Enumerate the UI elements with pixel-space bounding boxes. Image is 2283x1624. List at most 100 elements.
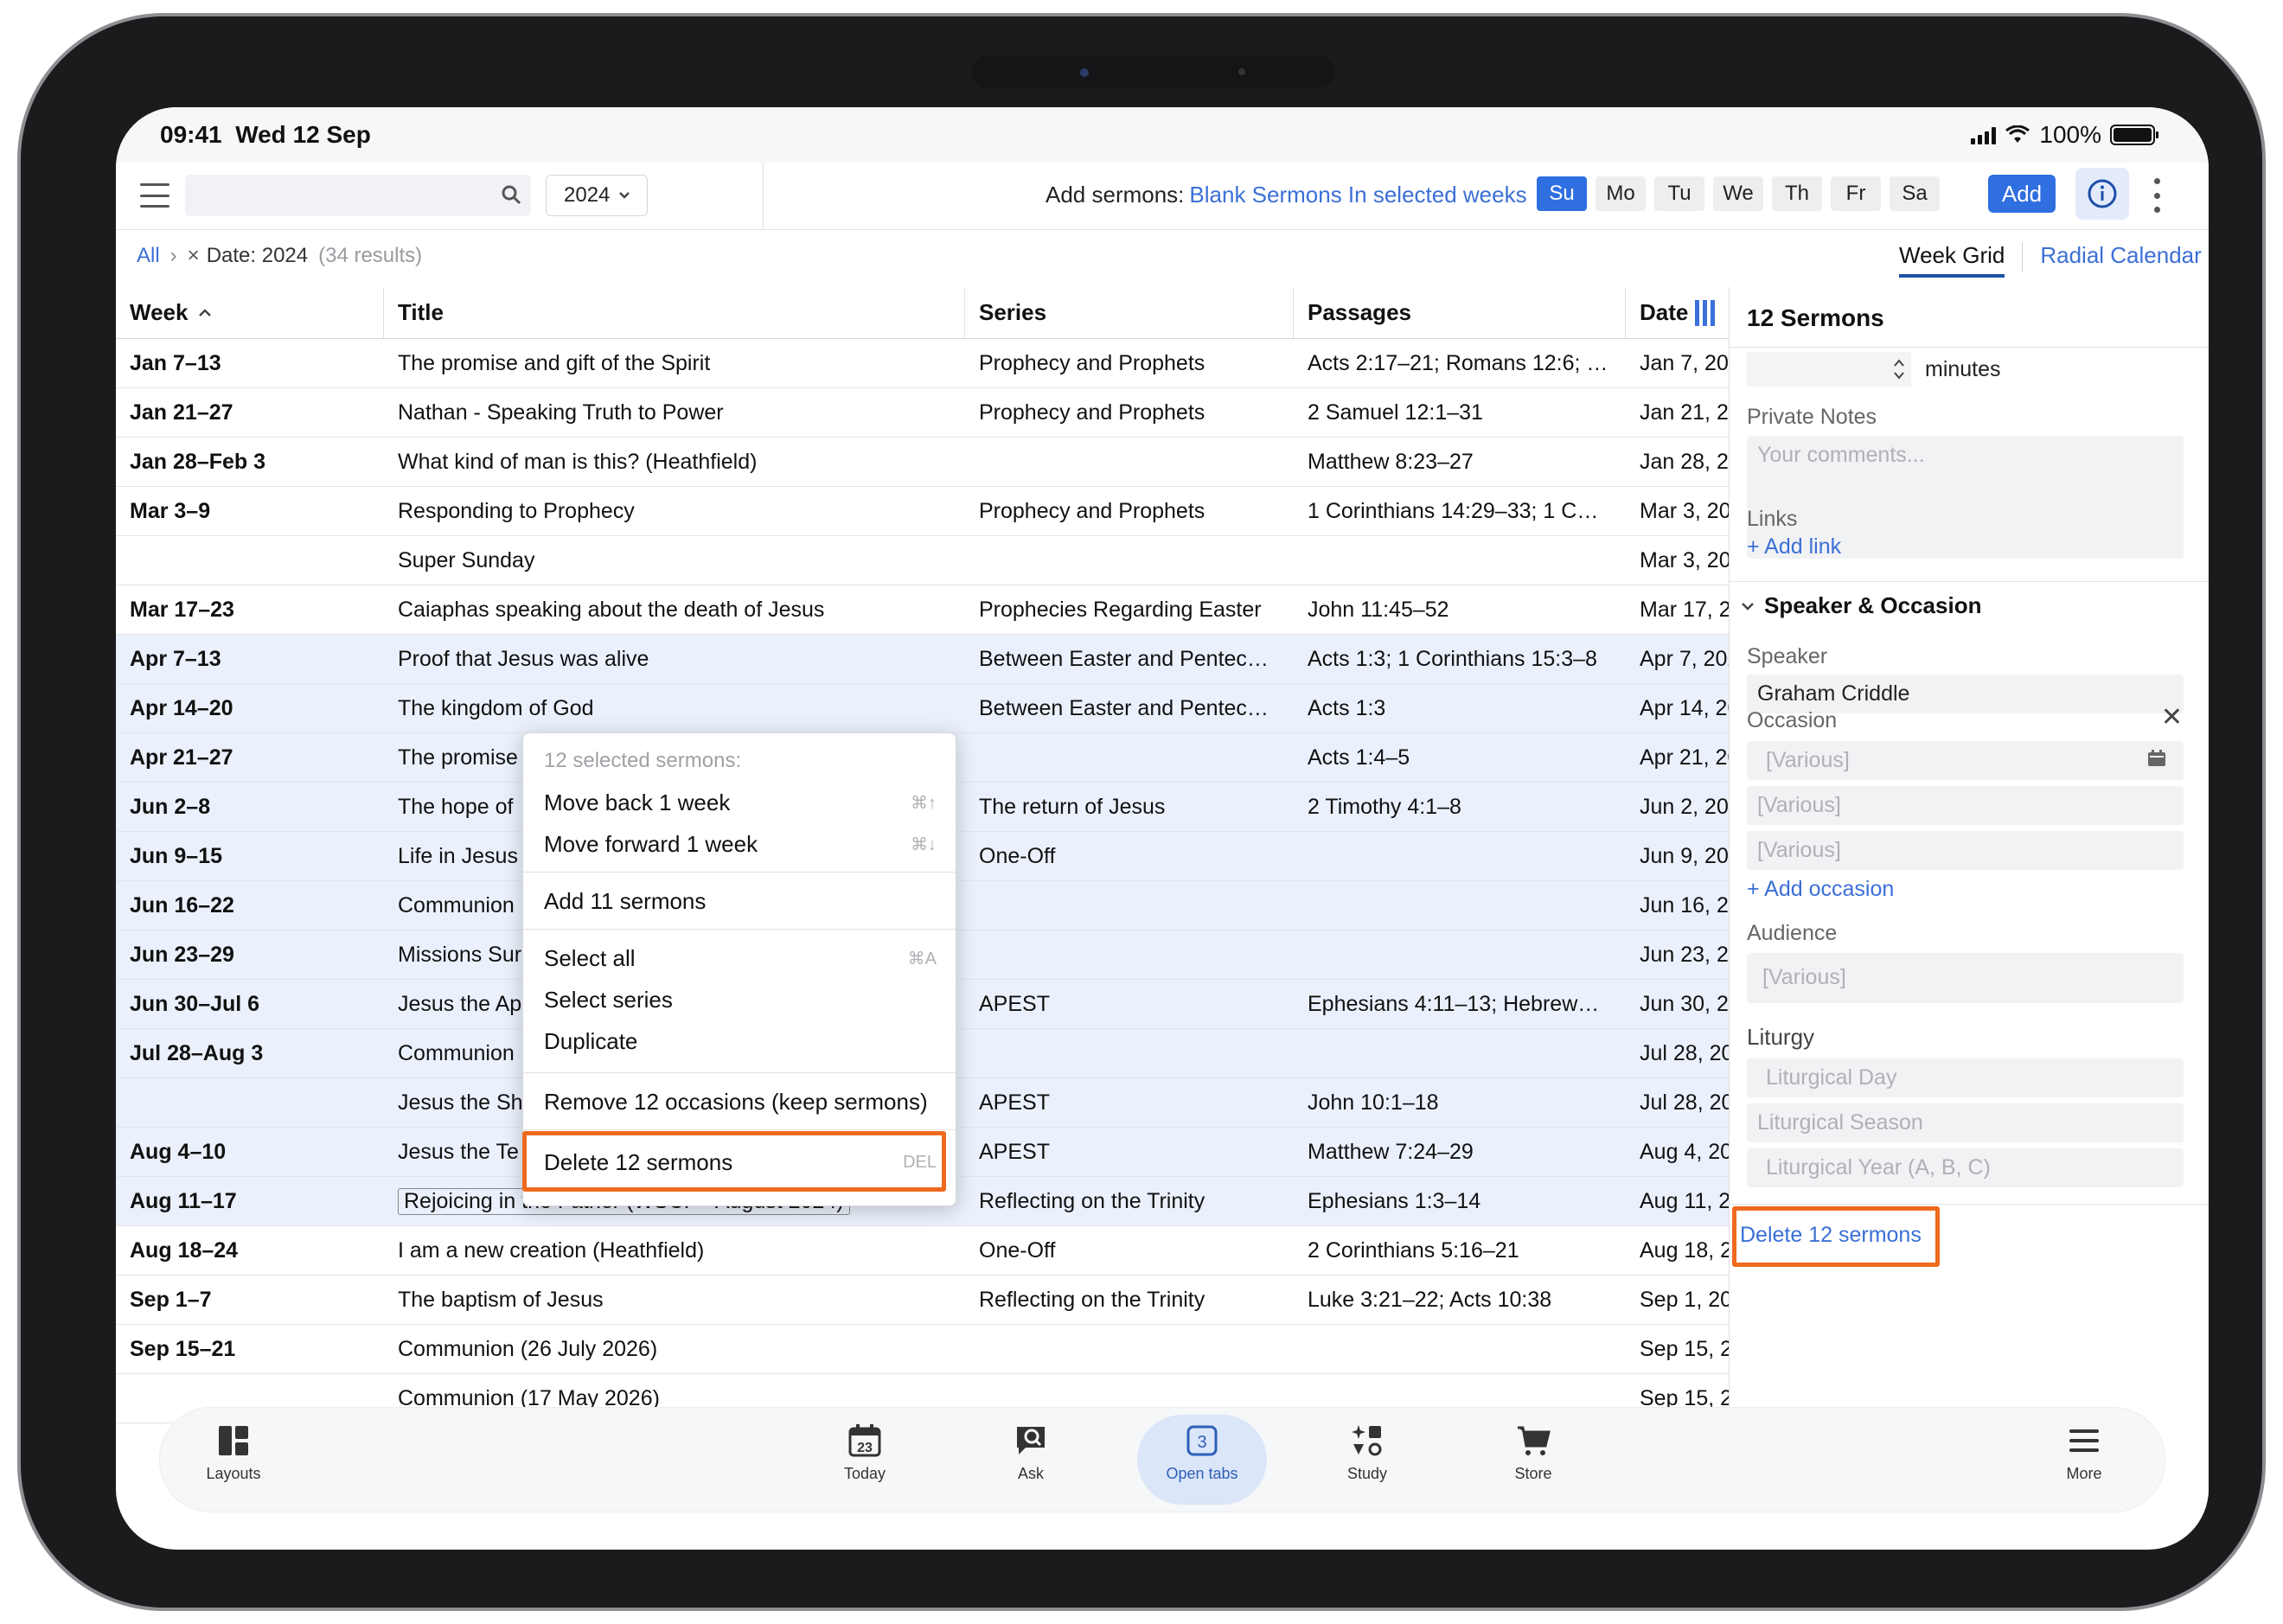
menu-item-remove-occasions[interactable]: Remove 12 occasions (keep sermons): [523, 1081, 956, 1122]
add-sermons-label: Add sermons: Blank Sermons In selected w…: [1046, 182, 1527, 208]
column-resize-handle-icon[interactable]: [1695, 299, 1717, 326]
menu-item-select-series[interactable]: Select series: [523, 979, 956, 1020]
cell-week-text: Aug 4–10: [130, 1139, 227, 1164]
add-occasion-button[interactable]: + Add occasion: [1747, 877, 1894, 902]
weekday-selector: Su Mo Tu We Th Fr Sa: [1537, 176, 1940, 211]
audience-label: Audience: [1747, 921, 1838, 945]
header-week[interactable]: Week: [116, 287, 384, 338]
search-icon[interactable]: [500, 183, 522, 206]
cell-passages: 2 Samuel 12:1–31: [1294, 388, 1626, 437]
year-select[interactable]: 2024: [546, 175, 648, 216]
add-sermons-mode-link[interactable]: Blank Sermons In selected weeks: [1189, 182, 1526, 208]
cell-passages-text: Ephesians 4:11–13; Hebrew…: [1308, 991, 1600, 1016]
menu-item-move-back[interactable]: Move back 1 week ⌘↑: [523, 782, 956, 823]
cell-series: [965, 1325, 1294, 1373]
menu-item-move-forward[interactable]: Move forward 1 week ⌘↓: [523, 823, 956, 865]
cell-week: Jun 16–22: [116, 881, 384, 930]
breadcrumb-separator: ›: [169, 244, 177, 267]
table-row[interactable]: Sep 1–7 The baptism of Jesus Reflecting on…: [116, 1276, 1729, 1325]
duration-stepper[interactable]: [1747, 352, 1911, 387]
remove-filter-icon[interactable]: ×: [188, 244, 200, 268]
audience-field[interactable]: [Various]: [1747, 953, 2184, 1003]
screen: 09:41 Wed 12 Sep 100% 2024 Add sermons:: [116, 107, 2209, 1550]
table-row[interactable]: Jan 21–27 Nathan - Speaking Truth to Powe…: [116, 388, 1729, 438]
table-row[interactable]: Sep 15–21 Communion (26 July 2026) Sep 15,…: [116, 1325, 1729, 1374]
cell-title: The kingdom of God: [384, 684, 965, 732]
calendar-icon[interactable]: [2147, 750, 2166, 767]
menu-shortcut: ⌘A: [907, 949, 937, 969]
sort-ascending-icon: [199, 308, 212, 316]
cell-date-text: Aug 11, 2024: [1640, 1188, 1729, 1213]
add-button[interactable]: Add: [1988, 175, 2056, 213]
tab-ask[interactable]: Ask: [970, 1423, 1091, 1483]
day-fr[interactable]: Fr: [1831, 176, 1881, 211]
day-we[interactable]: We: [1713, 176, 1763, 211]
day-th[interactable]: Th: [1772, 176, 1822, 211]
cell-date: Jan 28, 2024: [1626, 438, 1729, 486]
table-row[interactable]: Mar 17–23 Caiaphas speaking about the dea…: [116, 585, 1729, 635]
tab-layouts[interactable]: Layouts: [173, 1423, 294, 1483]
tab-more[interactable]: More: [2024, 1423, 2145, 1483]
menu-icon[interactable]: [140, 183, 169, 208]
tab-study[interactable]: Study: [1307, 1423, 1428, 1483]
tab-week-grid[interactable]: Week Grid: [1899, 242, 2005, 278]
header-date[interactable]: Date: [1626, 287, 1729, 338]
cell-date-text: Jan 21, 2024: [1640, 400, 1729, 425]
clear-occasion-icon[interactable]: ✕: [2161, 702, 2183, 732]
day-su[interactable]: Su: [1537, 176, 1587, 211]
info-button[interactable]: [2075, 168, 2129, 220]
header-series[interactable]: Series: [965, 287, 1294, 338]
search-input[interactable]: [185, 175, 531, 216]
menu-item-duplicate[interactable]: Duplicate: [523, 1020, 956, 1062]
chevron-down-icon: [1742, 602, 1754, 611]
menu-header-label: 12 selected sermons:: [544, 749, 742, 772]
table-row[interactable]: Super Sunday Mar 3, 2024: [116, 536, 1729, 585]
liturgical-season-field[interactable]: Liturgical Season: [1747, 1103, 2184, 1142]
cell-date-text: Aug 18, 2024: [1640, 1237, 1729, 1263]
table-row[interactable]: Apr 7–13 Proof that Jesus was alive Betwee…: [116, 635, 1729, 684]
header-title[interactable]: Title: [384, 287, 965, 338]
add-link-button[interactable]: + Add link: [1747, 534, 1841, 559]
tab-store[interactable]: Store: [1473, 1423, 1594, 1483]
menu-separator: [523, 872, 956, 873]
speaker-occasion-section[interactable]: Speaker & Occasion: [1740, 592, 1981, 619]
cell-series-text: APEST: [979, 1090, 1050, 1115]
table-row[interactable]: Mar 3–9 Responding to Prophecy Prophecy an…: [116, 487, 1729, 536]
table-row[interactable]: Apr 14–20 The kingdom of God Between Easte…: [116, 684, 1729, 733]
occasion-field-1[interactable]: [Various]: [1747, 741, 2184, 780]
header-passages[interactable]: Passages: [1294, 287, 1626, 338]
occasion-field-3[interactable]: [Various]: [1747, 831, 2184, 870]
day-sa[interactable]: Sa: [1890, 176, 1940, 211]
open-tabs-count: 3: [1197, 1433, 1206, 1452]
occasion-field-2[interactable]: [Various]: [1747, 786, 2184, 825]
cell-week-text: Jan 7–13: [130, 350, 221, 375]
more-options-icon[interactable]: [2152, 178, 2162, 213]
cell-passages: Acts 1:4–5: [1294, 733, 1626, 782]
liturgical-day-field[interactable]: Liturgical Day: [1747, 1058, 2184, 1097]
breadcrumb-all[interactable]: All: [137, 244, 160, 268]
tab-radial-calendar[interactable]: Radial Calendar: [2040, 242, 2201, 278]
tab-open-tabs[interactable]: 3 Open tabs: [1142, 1423, 1263, 1483]
cell-passages: John 10:1–18: [1294, 1078, 1626, 1127]
tab-label: Study: [1346, 1465, 1388, 1482]
cell-series: [965, 438, 1294, 486]
table-row[interactable]: Aug 18–24 I am a new creation (Heathfield…: [116, 1226, 1729, 1276]
status-right: 100%: [1971, 121, 2158, 149]
delete-sermons-link[interactable]: Delete 12 sermons: [1740, 1223, 1922, 1248]
context-menu: 12 selected sermons: Move back 1 week ⌘↑…: [522, 732, 956, 1206]
cell-date-text: Jan 28, 2024: [1640, 449, 1729, 474]
liturgical-year-field[interactable]: Liturgical Year (A, B, C): [1747, 1148, 2184, 1187]
day-tu[interactable]: Tu: [1654, 176, 1704, 211]
status-date: Wed 12 Sep: [235, 121, 371, 148]
cell-passages-text: Acts 2:17–21; Romans 12:6; …: [1308, 350, 1608, 375]
day-mo[interactable]: Mo: [1596, 176, 1646, 211]
table-row[interactable]: Jan 7–13 The promise and gift of the Spir…: [116, 339, 1729, 388]
cell-date-text: Mar 3, 2024: [1640, 498, 1729, 523]
cell-series: Prophecy and Prophets: [965, 388, 1294, 437]
menu-item-add-sermons[interactable]: Add 11 sermons: [523, 880, 956, 922]
table-row[interactable]: Jan 28–Feb 3 What kind of man is this? (H…: [116, 438, 1729, 487]
cell-week-text: Sep 1–7: [130, 1287, 212, 1312]
cell-date-text: Jun 16, 2024: [1640, 892, 1729, 917]
tab-today[interactable]: 23 Today: [804, 1423, 925, 1483]
menu-item-select-all[interactable]: Select all ⌘A: [523, 937, 956, 979]
